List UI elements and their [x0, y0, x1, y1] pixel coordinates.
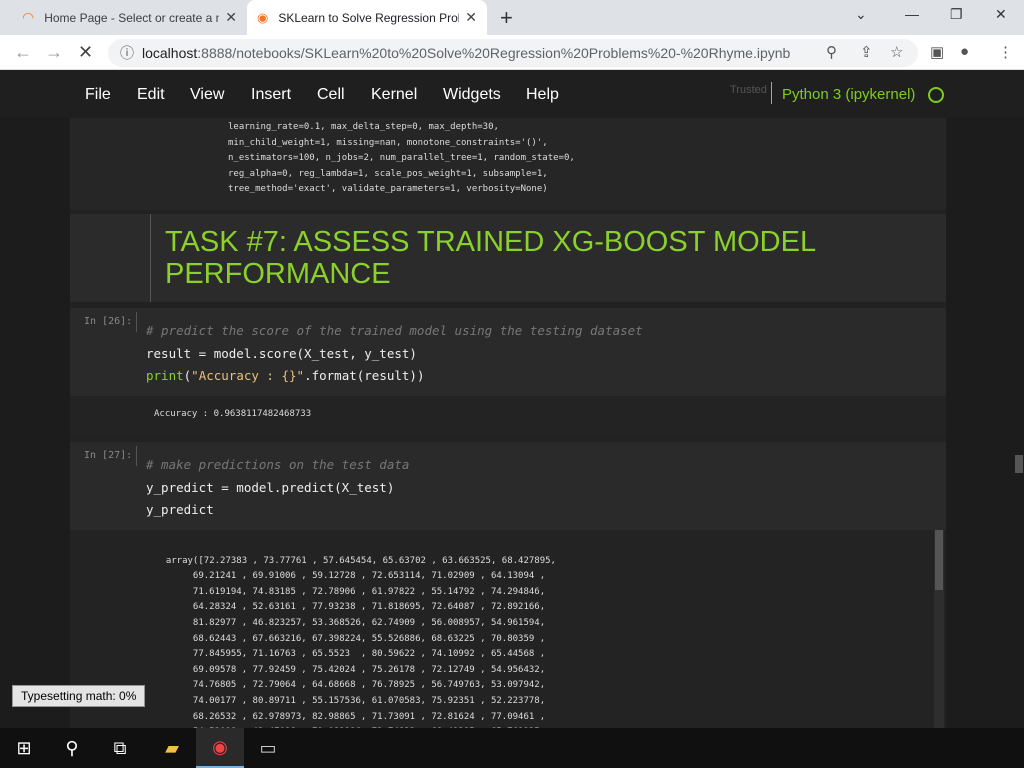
menu-cell[interactable]: Cell — [317, 86, 345, 104]
menu-edit[interactable]: Edit — [137, 86, 165, 104]
trusted-indicator[interactable]: Trusted — [730, 84, 767, 96]
tab-search-icon[interactable]: ⌄ — [855, 6, 867, 23]
close-tab-icon[interactable]: ✕ — [465, 9, 477, 26]
kernel-divider — [771, 82, 772, 104]
windows-taskbar: ⊞ ⚲ ⧉ ▰ ◉ ▭ — [0, 728, 1024, 768]
menu-widgets[interactable]: Widgets — [443, 86, 501, 104]
terminal-icon[interactable]: ▭ — [244, 728, 292, 768]
code-cell-26[interactable]: In [26]: # predict the score of the trai… — [70, 308, 946, 396]
tab-home-page[interactable]: ◠ Home Page - Select or create a n ✕ — [12, 0, 247, 35]
more-menu-icon[interactable]: ⋮ — [998, 43, 1013, 61]
page-scroll-thumb[interactable] — [1015, 455, 1023, 473]
jupyter-icon: ◠ — [22, 9, 35, 25]
cell-divider — [150, 214, 151, 302]
code-string: "Accuracy : {}" — [191, 368, 305, 383]
mathjax-status: Typesetting math: 0% — [12, 685, 146, 707]
code-line: .format(result)) — [304, 368, 425, 383]
code-keyword: print — [146, 368, 184, 383]
notebook-icon: ◉ — [257, 9, 269, 25]
jupyter-menubar: File Edit View Insert Cell Kernel Widget… — [0, 70, 1024, 118]
windows-start-icon[interactable]: ⊞ — [0, 728, 48, 768]
bookmark-star-icon[interactable]: ☆ — [890, 43, 903, 61]
share-icon[interactable]: ⇪ — [860, 43, 873, 61]
minimize-button[interactable]: — — [905, 6, 919, 22]
notebook-container: learning_rate=0.1, max_delta_step=0, max… — [70, 118, 946, 728]
file-explorer-icon[interactable]: ▰ — [148, 728, 196, 768]
cell-26-output: Accuracy : 0.9638117482468733 — [70, 396, 946, 438]
kernel-idle-icon — [928, 87, 944, 103]
task-heading: TASK #7: ASSESS TRAINED XG-BOOST MODEL P… — [165, 226, 816, 290]
input-prompt: In [26]: — [84, 316, 133, 327]
code-cell-27[interactable]: In [27]: # make predictions on the test … — [70, 442, 946, 530]
profile-avatar[interactable]: ● — [960, 43, 969, 60]
info-icon: ⓘ — [120, 45, 134, 61]
close-window-button[interactable]: ✕ — [995, 6, 1007, 23]
new-tab-button[interactable]: + — [500, 5, 513, 31]
code-line: result = model.score(X_test, y_test) — [146, 345, 417, 361]
url-input[interactable]: ⓘ localhost:8888/notebooks/SKLearn%20to%… — [108, 39, 918, 67]
url-path: :8888/notebooks/SKLearn%20to%20Solve%20R… — [197, 45, 791, 61]
menu-help[interactable]: Help — [526, 86, 559, 104]
search-icon[interactable]: ⚲ — [48, 728, 96, 768]
url-host: localhost — [142, 45, 198, 61]
menu-view[interactable]: View — [190, 86, 224, 104]
previous-cell-output: learning_rate=0.1, max_delta_step=0, max… — [70, 118, 946, 210]
close-tab-icon[interactable]: ✕ — [225, 9, 237, 26]
kernel-name[interactable]: Python 3 (ipykernel) — [782, 86, 915, 103]
prompt-divider — [136, 312, 137, 332]
stop-loading-button[interactable]: ✕ — [78, 42, 93, 63]
back-button[interactable]: ← — [14, 42, 32, 63]
forward-button[interactable]: → — [45, 42, 63, 63]
tab-label: Home Page - Select or create a n — [44, 10, 220, 25]
input-prompt: In [27]: — [84, 450, 133, 461]
prediction-array-output: array([72.27383 , 73.77761 , 57.645454, … — [165, 555, 556, 728]
markdown-cell[interactable]: TASK #7: ASSESS TRAINED XG-BOOST MODEL P… — [70, 214, 946, 302]
code-input[interactable]: # make predictions on the test data y_pr… — [146, 454, 409, 522]
page-scrollbar[interactable] — [1014, 118, 1024, 728]
output-scroll-thumb[interactable] — [935, 530, 943, 590]
code-line: y_predict — [146, 502, 214, 517]
side-panel-icon[interactable]: ▣ — [930, 43, 944, 61]
cell-27-output: array([72.27383 , 73.77761 , 57.645454, … — [70, 530, 946, 728]
task-view-icon[interactable]: ⧉ — [96, 728, 144, 768]
tab-notebook[interactable]: ◉ SKLearn to Solve Regression Prob ✕ — [247, 0, 487, 35]
menu-file[interactable]: File — [85, 86, 111, 104]
menu-kernel[interactable]: Kernel — [371, 86, 417, 104]
prompt-divider — [136, 446, 137, 466]
code-line: y_predict = model.predict(X_test) — [146, 479, 395, 495]
menu-insert[interactable]: Insert — [251, 86, 291, 104]
output-scrollbar[interactable] — [934, 530, 944, 728]
code-input[interactable]: # predict the score of the trained model… — [146, 320, 643, 388]
browser-tab-bar: ◠ Home Page - Select or create a n ✕ ◉ S… — [0, 0, 1024, 35]
tab-label: SKLearn to Solve Regression Prob — [278, 10, 460, 25]
chrome-icon[interactable]: ◉ — [196, 728, 244, 768]
zoom-icon[interactable]: ⚲ — [826, 43, 837, 61]
code-comment: # make predictions on the test data — [146, 457, 410, 472]
code-comment: # predict the score of the trained model… — [146, 323, 643, 338]
maximize-button[interactable]: ❐ — [950, 6, 963, 23]
address-bar-row: ← → ✕ ⓘ localhost:8888/notebooks/SKLearn… — [0, 35, 1024, 70]
